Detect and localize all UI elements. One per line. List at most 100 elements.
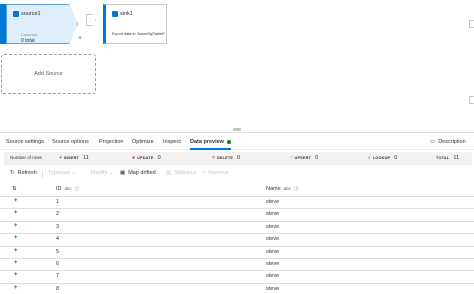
upsert-icon: ↑	[290, 155, 293, 161]
row-stats-bar: Number of rows + INSERT 11 ● UPDATE 0 × DELET…	[4, 152, 472, 165]
lookup-value: 0	[394, 155, 398, 161]
cell-id: 1	[56, 199, 60, 205]
tab-data-preview-label: Data preview	[190, 139, 224, 145]
tab-projection[interactable]: Projection	[99, 139, 123, 145]
column-name-label: Name	[266, 186, 281, 192]
column-info-icon: ⓘ	[74, 186, 80, 191]
map-drifted-icon: ▦	[120, 170, 126, 176]
insert-stat: + INSERT 11	[59, 155, 89, 161]
lookup-icon: ⌕	[368, 155, 371, 161]
table-row[interactable]: +4 steve	[0, 233, 474, 245]
preview-toolbar: ↻ Refresh Typecast ⌄ Modify ⌄ ▦ Map drifte…	[0, 168, 474, 180]
tab-source-settings[interactable]: Source settings	[6, 139, 44, 145]
source1-node[interactable]: source1 Columns: 0 total	[6, 4, 78, 44]
cell-id: 7	[56, 273, 60, 280]
panel-collapse-handle-lower[interactable]	[469, 96, 474, 104]
sink-node-description: Export data to 'AzureSqlTable0'	[112, 32, 165, 36]
status-dot-icon	[226, 139, 231, 144]
column-header-id[interactable]: ID abc ⓘ	[56, 186, 79, 192]
typecast-label: Typecast	[48, 170, 71, 176]
insert-icon: +	[14, 272, 18, 279]
splitter-handle[interactable]	[233, 128, 241, 131]
cell-name: steve	[266, 211, 280, 218]
cell-id: 8	[56, 285, 60, 292]
update-label: UPDATE	[137, 156, 154, 160]
typecast-button[interactable]: Typecast ⌄	[48, 170, 76, 176]
table-row[interactable]: +3 steve	[0, 220, 474, 233]
statistics-icon: ▥	[166, 170, 172, 176]
add-transform-plus-icon[interactable]: +	[78, 35, 82, 42]
table-row[interactable]: +6 steve	[0, 258, 474, 270]
total-stat: TOTAL 11	[436, 155, 459, 161]
panel-collapse-handle[interactable]	[469, 20, 474, 28]
sort-icon[interactable]: ⇅	[12, 186, 17, 192]
insert-icon: +	[14, 260, 18, 266]
add-source-button[interactable]: Add Source	[1, 54, 96, 94]
column-header-name[interactable]: Name abc ⓘ	[266, 186, 298, 192]
tab-source-options[interactable]: Source options	[52, 139, 89, 145]
toolbar-divider	[42, 170, 43, 178]
upsert-value: 0	[315, 155, 319, 161]
cell-name: steve	[266, 248, 280, 255]
remove-button[interactable]: × Remove	[202, 170, 229, 176]
refresh-icon: ↻	[10, 170, 15, 176]
insert-icon: +	[14, 198, 18, 204]
column-id-type: abc	[64, 186, 72, 191]
insert-label: INSERT	[63, 156, 80, 160]
table-icon	[13, 11, 19, 17]
cell-name: steve	[266, 236, 280, 243]
modify-button[interactable]: Modify ⌄	[91, 170, 113, 176]
upsert-label: UPSERT	[294, 156, 312, 160]
modify-label: Modify	[91, 170, 108, 176]
rows-label: Number of rows	[10, 155, 42, 160]
source-node-title: source1	[21, 11, 41, 17]
column-info-icon: ⓘ	[293, 186, 299, 191]
cell-id: 2	[56, 211, 60, 218]
cell-id: 3	[56, 223, 60, 230]
table-row[interactable]: +5 steve	[0, 245, 474, 258]
delete-stat: × DELETE 0	[212, 155, 240, 161]
description-icon: ▭	[430, 139, 436, 145]
dataflow-canvas[interactable]: source1 Columns: 0 total + sink1 Export …	[0, 0, 474, 134]
settings-tabs: Source settings Source options Projectio…	[0, 136, 474, 150]
statistics-button[interactable]: ▥ Statistics	[166, 170, 196, 176]
insert-icon: +	[14, 284, 18, 291]
cell-name: steve	[266, 223, 280, 230]
chevron-down-icon: ⌄	[108, 170, 114, 176]
map-drifted-button[interactable]: ▦ Map drifted	[120, 170, 156, 176]
upsert-stat: ↑ UPSERT 0	[290, 155, 318, 161]
total-label: TOTAL	[436, 156, 450, 160]
source-columns-label: Columns:	[21, 32, 38, 37]
remove-label: Remove	[208, 170, 229, 176]
cell-name: steve	[266, 199, 280, 205]
delete-label: DELETE	[216, 156, 234, 160]
update-stat: ● UPDATE 0	[132, 155, 161, 161]
update-value: 0	[157, 155, 161, 161]
table-row[interactable]: +8 steve	[0, 282, 474, 294]
source-columns-value: 0 total	[21, 38, 35, 44]
lookup-label: LOOKUP	[372, 156, 391, 160]
description-button[interactable]: ▭ Description	[430, 139, 466, 145]
tab-data-preview[interactable]: Data preview	[190, 139, 231, 150]
chevron-down-icon: ⌄	[71, 170, 77, 176]
tab-optimize[interactable]: Optimize	[132, 139, 154, 145]
canvas-splitter[interactable]	[0, 132, 474, 133]
cell-name: steve	[266, 261, 280, 267]
delete-value: 0	[237, 155, 241, 161]
cell-id: 4	[56, 236, 60, 243]
table-row[interactable]: +7 steve	[0, 270, 474, 282]
cell-name: steve	[266, 273, 280, 280]
table-row[interactable]: +2 steve	[0, 208, 474, 220]
cell-id: 6	[56, 261, 60, 267]
sink-node-title: sink1	[120, 11, 133, 17]
map-drifted-label: Map drifted	[128, 170, 156, 176]
update-icon: ●	[132, 155, 136, 161]
table-row[interactable]: +1 steve	[0, 196, 474, 208]
refresh-button[interactable]: ↻ Refresh	[10, 170, 37, 176]
insert-icon: +	[14, 210, 18, 217]
table-header: ⇅ ID abc ⓘ Name abc ⓘ	[0, 184, 474, 196]
tab-inspect[interactable]: Inspect	[163, 139, 181, 145]
statistics-label: Statistics	[174, 170, 197, 176]
insert-icon: +	[14, 235, 18, 242]
sink1-node[interactable]: sink1 Export data to 'AzureSqlTable0'	[103, 4, 167, 44]
